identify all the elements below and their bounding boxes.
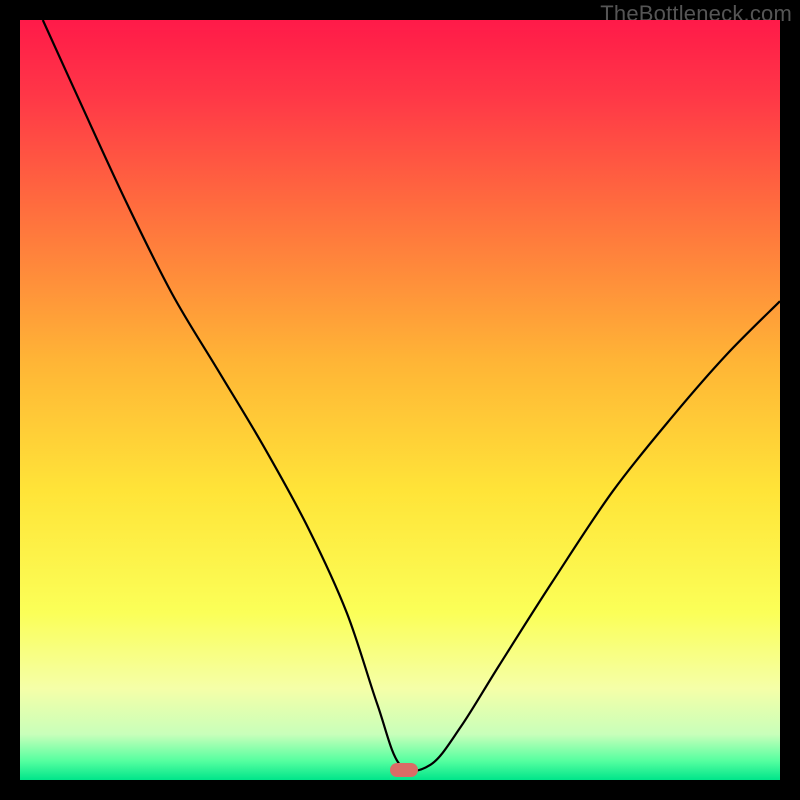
bottleneck-curve <box>20 20 780 780</box>
optimal-marker <box>390 763 418 777</box>
curve-path <box>43 20 780 771</box>
chart-frame: TheBottleneck.com <box>0 0 800 800</box>
plot-area <box>20 20 780 780</box>
